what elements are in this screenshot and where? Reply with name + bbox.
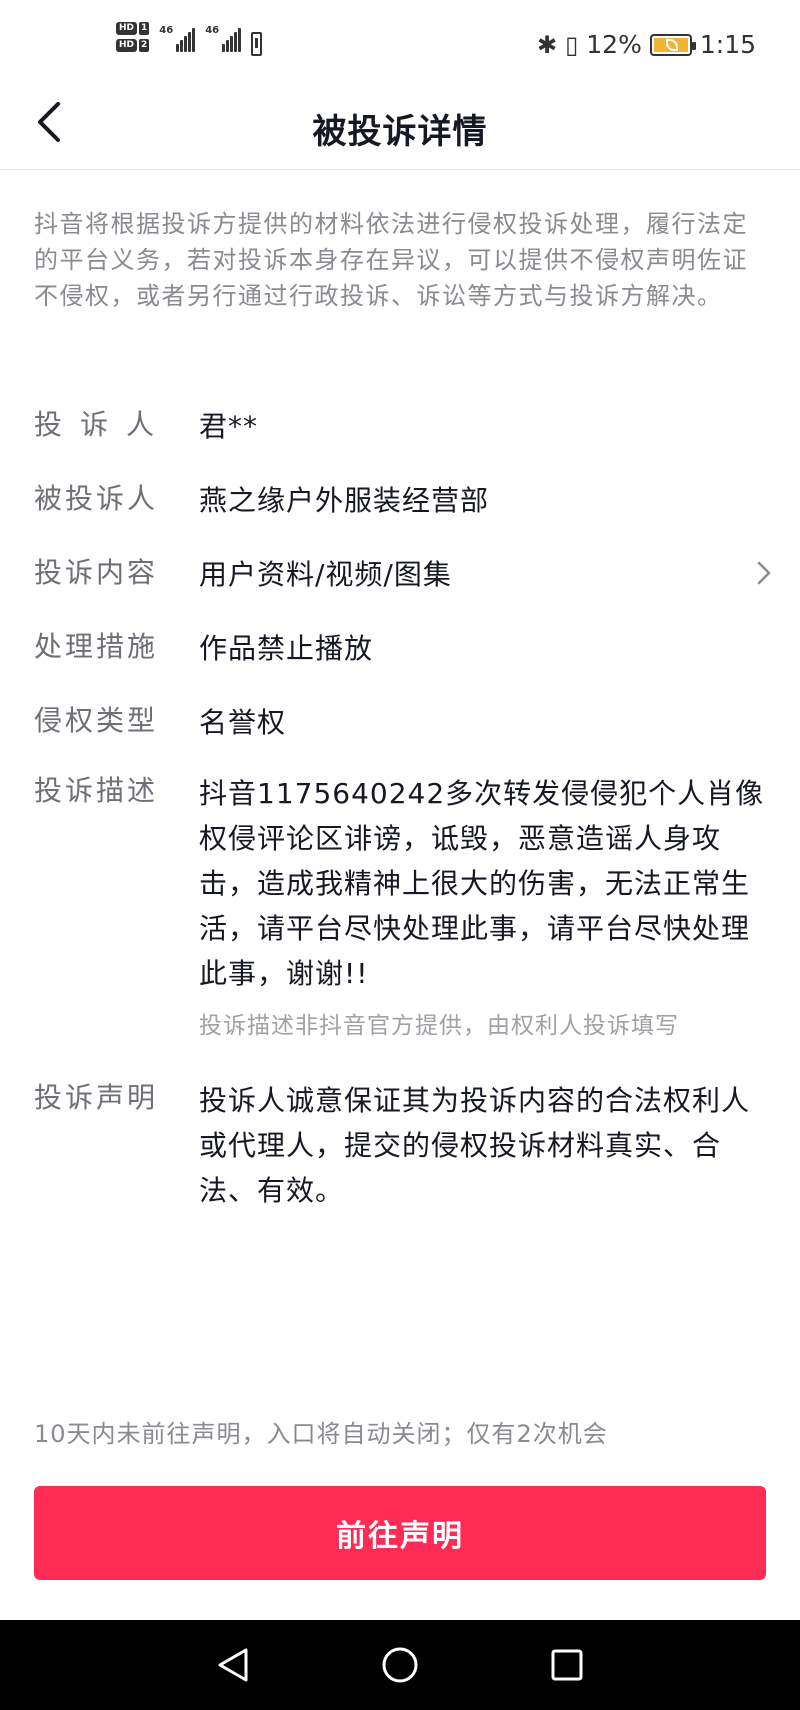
back-triangle-icon [218, 1648, 248, 1682]
status-bar: HD 1 HD 2 46 46 ✱ ▯ 12% 1:15 [0, 0, 800, 92]
signal1-label: 46 [159, 25, 174, 36]
row-description: 投诉描述 抖音1175640242多次转发侵侵犯个人肖像权侵评论区诽谤，诋毁，恶… [34, 771, 774, 1042]
content-value: 用户资料/视频/图集 [199, 558, 452, 591]
hd1-badge: HD 1 [116, 22, 150, 35]
nav-back-button[interactable] [203, 1635, 263, 1695]
vibrate-icon: ▯ [565, 30, 579, 59]
row-statement: 投诉声明 投诉人诚意保证其为投诉内容的合法权利人或代理人，提交的侵权投诉材料真实… [34, 1078, 774, 1213]
chevron-right-icon [757, 561, 771, 585]
type-label: 侵权类型 [34, 704, 159, 737]
signal1-icon: 46 [159, 22, 196, 52]
detail-list: 投诉人 君** 被投诉人 燕之缘户外服装经营部 投诉内容 用户资料/视频/图集 … [34, 405, 774, 1213]
respondent-label: 被投诉人 [34, 482, 159, 515]
row-type: 侵权类型 名誉权 [34, 701, 774, 771]
hd2-label: HD [116, 39, 138, 52]
row-measure: 处理措施 作品禁止播放 [34, 627, 774, 701]
battery-fill [653, 37, 688, 52]
description-block: 抖音1175640242多次转发侵侵犯个人肖像权侵评论区诽谤，诋毁，恶意造谣人身… [199, 771, 774, 1042]
go-statement-button[interactable]: 前往声明 [34, 1486, 766, 1580]
description-label: 投诉描述 [34, 774, 159, 807]
type-value: 名誉权 [199, 706, 287, 739]
respondent-value: 燕之缘户外服装经营部 [199, 484, 490, 517]
home-circle-icon [382, 1647, 418, 1683]
row-respondent: 被投诉人 燕之缘户外服装经营部 [34, 479, 774, 553]
statement-label: 投诉声明 [34, 1081, 159, 1114]
content-label: 投诉内容 [34, 556, 159, 589]
battery-icon [649, 33, 696, 56]
hd2-badge: HD 2 [116, 39, 150, 52]
nav-recents-button[interactable] [537, 1635, 597, 1695]
system-nav-bar [0, 1620, 800, 1710]
description-note: 投诉描述非抖音官方提供，由权利人投诉填写 [199, 1013, 679, 1039]
hd1-number: 1 [139, 22, 150, 35]
battery-percent: 12% [586, 30, 642, 59]
measure-value: 作品禁止播放 [199, 632, 374, 665]
signal2-label: 46 [205, 25, 220, 36]
status-left: HD 1 HD 2 46 46 [116, 22, 263, 56]
hd-indicators: HD 1 HD 2 [116, 22, 150, 52]
statement-value: 投诉人诚意保证其为投诉内容的合法权利人或代理人，提交的侵权投诉材料真实、合法、有… [199, 1084, 751, 1207]
content-chevron[interactable] [754, 559, 774, 587]
row-content[interactable]: 投诉内容 用户资料/视频/图集 [34, 553, 774, 627]
sim-alert-icon [251, 32, 263, 56]
notice-text: 抖音将根据投诉方提供的材料依法进行侵权投诉处理，履行法定的平台义务，若对投诉本身… [34, 210, 748, 310]
measure-label: 处理措施 [34, 630, 159, 663]
deadline-text: 10天内未前往声明，入口将自动关闭；仅有2次机会 [34, 1420, 608, 1448]
bluetooth-icon: ✱ [536, 30, 558, 59]
header: 被投诉详情 [0, 92, 800, 170]
clock: 1:15 [699, 30, 756, 59]
leaf-icon [665, 38, 678, 51]
complainant-label: 投诉人 [34, 408, 173, 441]
hd1-label: HD [116, 22, 138, 35]
nav-home-button[interactable] [370, 1635, 430, 1695]
hd2-number: 2 [139, 39, 150, 52]
row-complainant: 投诉人 君** [34, 405, 774, 479]
recents-square-icon [551, 1649, 583, 1681]
complainant-value: 君** [199, 410, 259, 443]
status-right: ✱ ▯ 12% 1:15 [537, 30, 756, 59]
page-title: 被投诉详情 [312, 112, 488, 152]
signal2-icon: 46 [205, 22, 242, 52]
description-value: 抖音1175640242多次转发侵侵犯个人肖像权侵评论区诽谤，诋毁，恶意造谣人身… [199, 777, 765, 990]
